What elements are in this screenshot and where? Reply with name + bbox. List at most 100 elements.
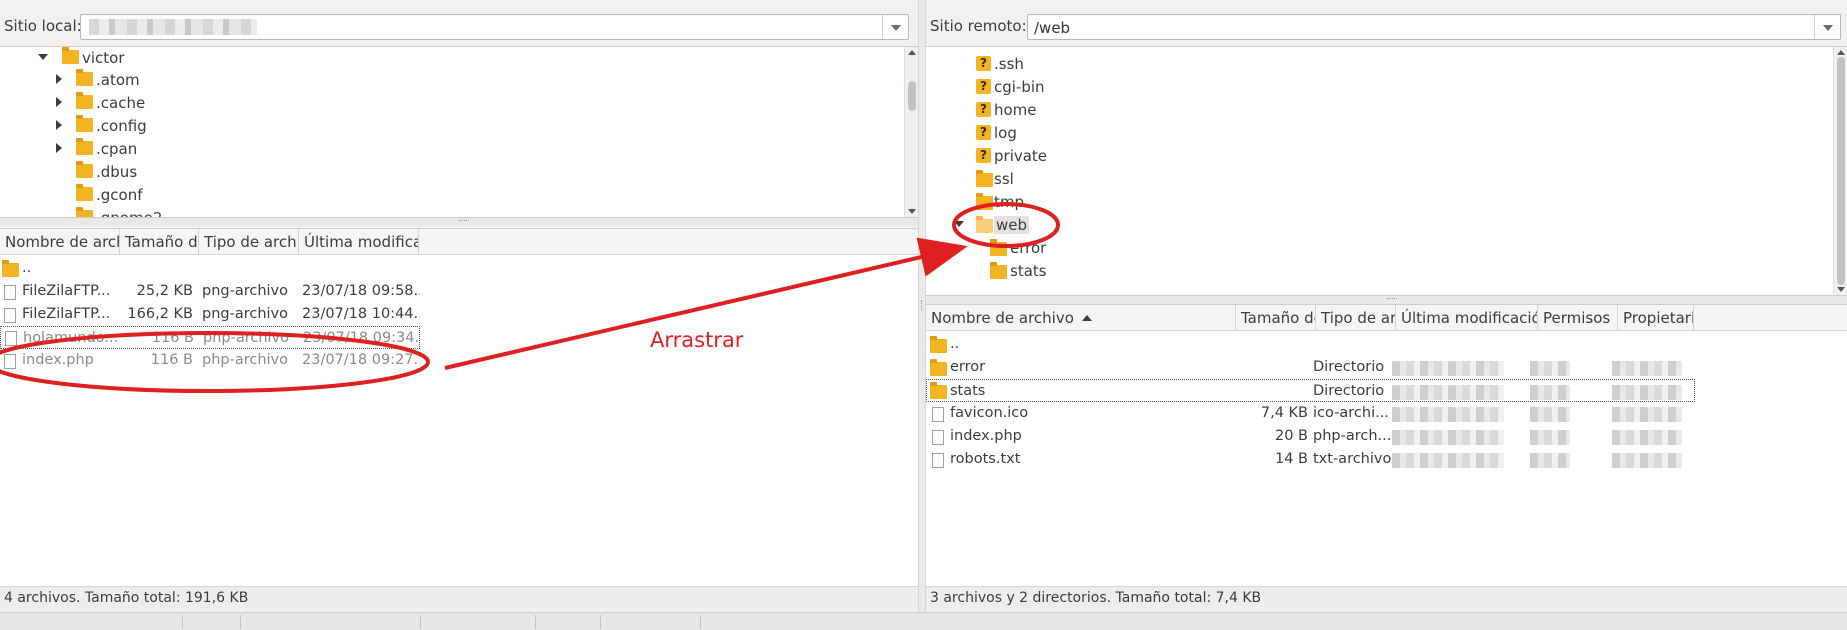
folder-icon [76,92,93,109]
scroll-up-icon[interactable] [1837,50,1845,55]
chevron-down-icon[interactable] [1814,15,1840,39]
tree-item-private[interactable]: ? private [926,145,1833,167]
redacted-owner [1612,385,1682,400]
remote-file-list[interactable]: Nombre de archivo Tamaño de Tipo de arc … [926,304,1847,586]
list-item[interactable]: index.php 116 B php-archivo 23/07/18 09:… [0,349,918,372]
local-status-bar: 4 archivos. Tamaño total: 191,6 KB [0,586,918,608]
tree-item-label: .gnome2 [96,209,163,218]
expander-open-icon[interactable] [38,54,48,60]
remote-directory-tree[interactable]: ? .ssh ? cgi-bin ? home ? log ? private … [926,46,1847,296]
local-path-redacted [89,19,257,35]
redacted-owner [1612,361,1682,376]
scroll-thumb[interactable] [1837,57,1845,285]
file-icon [932,430,944,445]
list-item[interactable]: robots.txt 14 B txt-archivo [926,448,1847,471]
redacted-modified [1392,430,1504,445]
drag-annotation-label: Arrastrar [650,328,744,352]
column-header-modified[interactable]: Última modificación [1396,305,1538,331]
tree-item-cpan[interactable]: .cpan [0,138,904,160]
column-header-size[interactable]: Tamaño de [1236,305,1316,331]
scroll-down-icon[interactable] [1837,287,1845,292]
tree-item-config[interactable]: .config [0,115,904,137]
folder-icon [62,47,79,64]
list-item[interactable]: holamundo... 116 B php-archivo 23/07/18 … [0,326,420,349]
tree-item-home[interactable]: ? home [926,99,1833,121]
vertical-splitter[interactable] [918,0,926,612]
list-item[interactable]: favicon.ico 7,4 KB ico-archi... [926,402,1847,425]
list-item[interactable]: FileZilaFTP... 166,2 KB png-archivo 23/0… [0,303,918,326]
tree-item-label: cgi-bin [994,78,1045,96]
scroll-thumb[interactable] [908,81,916,111]
local-path-combobox[interactable] [80,14,909,40]
remote-horizontal-splitter[interactable] [926,296,1847,304]
redacted-owner [1612,430,1682,445]
file-size: 116 B [150,352,193,368]
queue-bar [0,612,1847,630]
file-type: Directorio [1313,383,1385,399]
tree-item-tmp[interactable]: tmp [926,191,1833,213]
column-header-name[interactable]: Nombre de archiv [0,229,120,255]
column-header-permissions[interactable]: Permisos [1538,305,1618,331]
expander-closed-icon[interactable] [56,74,62,84]
tree-item-dbus[interactable]: .dbus [0,161,904,183]
file-size: 14 B [1274,451,1308,467]
column-header-name[interactable]: Nombre de archivo [926,305,1236,331]
scroll-up-icon[interactable] [908,50,916,55]
list-item[interactable]: FileZilaFTP... 25,2 KB png-archivo 23/07… [0,280,918,303]
remote-status-text: 3 archivos y 2 directorios. Tamaño total… [930,590,1262,606]
remote-path-combobox[interactable]: /web [1027,14,1841,40]
chevron-down-icon[interactable] [882,15,908,39]
tree-item-log[interactable]: ? log [926,122,1833,144]
tree-item-label: victor [82,49,125,67]
column-header-type[interactable]: Tipo de arc [1316,305,1396,331]
tree-item-stats[interactable]: stats [926,260,1833,282]
remote-pane: Sitio remoto: /web ? .ssh ? cgi-bin ? ho… [926,0,1847,612]
local-file-list[interactable]: Nombre de archiv Tamaño de Tipo de archi… [0,228,918,586]
local-horizontal-splitter[interactable] [0,218,918,226]
file-name: FileZilaFTP... [22,283,111,299]
tree-item-ssl[interactable]: ssl [926,168,1833,190]
expander-closed-icon[interactable] [56,120,62,130]
file-type: txt-archivo [1313,451,1392,467]
tree-item-web[interactable]: web [926,214,1833,236]
list-item[interactable]: .. [926,333,1847,356]
remote-site-label: Sitio remoto: [930,17,1027,35]
tree-item-label: .dbus [96,163,138,181]
file-name: .. [22,260,32,276]
list-item[interactable]: .. [0,257,918,280]
tree-item-victor[interactable]: victor [0,47,904,69]
remote-tree-scrollbar[interactable] [1833,47,1847,295]
tree-item-label: ssl [994,170,1014,188]
tree-item-gnome2[interactable]: .gnome2 [0,207,904,218]
file-type: png-archivo [202,283,289,299]
folder-icon [76,115,93,132]
expander-closed-icon[interactable] [56,97,62,107]
local-directory-tree[interactable]: victor .atom .cache .config .cpan .dbus [0,46,918,218]
tree-item-error[interactable]: error [926,237,1833,259]
redacted-owner [1612,453,1682,468]
list-item[interactable]: index.php 20 B php-arch... [926,425,1847,448]
scroll-down-icon[interactable] [908,209,916,214]
tree-item-ssh[interactable]: ? .ssh [926,53,1833,75]
column-header-type[interactable]: Tipo de archiv [199,229,299,255]
file-icon [4,354,16,369]
file-name: stats [950,383,986,399]
tree-item-cgi-bin[interactable]: ? cgi-bin [926,76,1833,98]
local-tree-scrollbar[interactable] [904,47,918,217]
tree-item-atom[interactable]: .atom [0,69,904,91]
tree-item-label: stats [1010,262,1047,280]
file-size: 7,4 KB [1260,405,1308,421]
folder-icon [976,193,993,210]
expander-open-icon[interactable] [954,221,964,227]
tree-item-cache[interactable]: .cache [0,92,904,114]
list-item[interactable]: stats Directorio [926,379,1695,402]
column-header-owner[interactable]: Propietario [1618,305,1694,331]
list-item[interactable]: error Directorio [926,356,1847,379]
column-header-modified[interactable]: Última modificac [299,229,419,255]
tree-item-label: .config [96,117,147,135]
remote-site-bar: Sitio remoto: /web [926,10,1847,42]
column-header-size[interactable]: Tamaño de [120,229,199,255]
expander-closed-icon[interactable] [56,143,62,153]
file-modified: 23/07/18 09:34... [303,330,419,346]
tree-item-gconf[interactable]: .gconf [0,184,904,206]
